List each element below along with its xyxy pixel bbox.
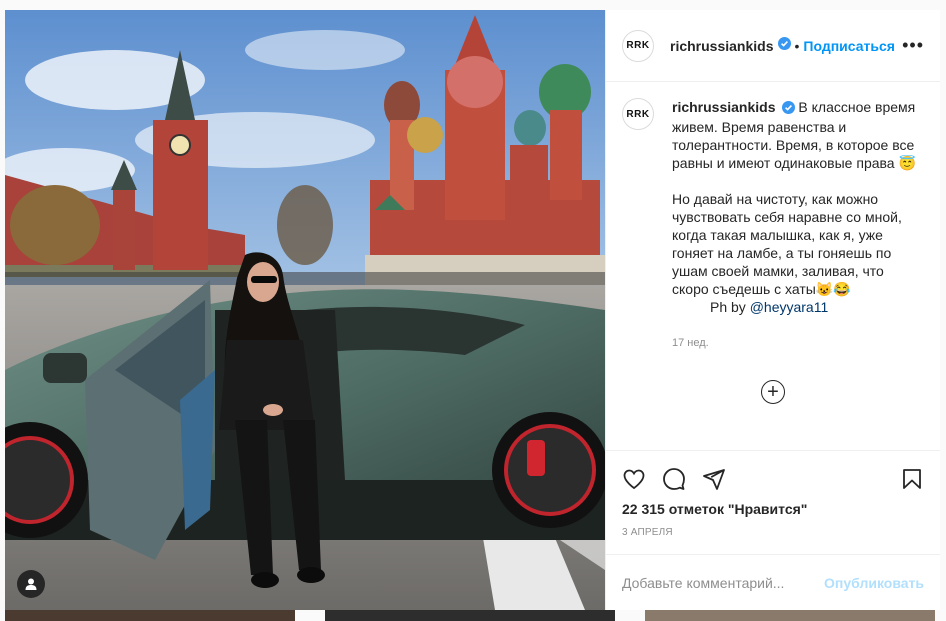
heart-icon[interactable] [622, 467, 646, 491]
caption-timestamp[interactable]: 17 нед. [672, 334, 924, 352]
header-username[interactable]: richrussiankids [670, 38, 774, 54]
post-modal: RRK richrussiankids • Подписаться ••• RR… [5, 10, 940, 610]
caption-paragraph-1: richrussiankids В классное время живем. … [672, 98, 924, 172]
credit-prefix: Ph by [710, 299, 750, 315]
post-header: RRK richrussiankids • Подписаться ••• [606, 10, 940, 82]
photo-credit: Ph by @heyyara11 [672, 298, 924, 316]
follow-button[interactable]: Подписаться [803, 38, 895, 54]
caption-avatar[interactable]: RRK [622, 98, 654, 130]
user-tag-icon[interactable] [17, 570, 45, 598]
avatar[interactable]: RRK [622, 29, 654, 62]
more-options-button[interactable]: ••• [902, 35, 924, 56]
post-date[interactable]: 3 АПРЕЛЯ [622, 527, 924, 554]
likes-count[interactable]: 22 315 отметок "Нравится" [622, 501, 924, 517]
caption-body: richrussiankids В классное время живем. … [672, 98, 924, 352]
post-caption: RRK richrussiankids В классное время жив… [622, 98, 924, 352]
caption-paragraph-2: Но давай на чистоту, как можно чувствова… [672, 191, 902, 297]
photo-illustration [5, 10, 605, 610]
load-more-comments: + [622, 380, 924, 404]
post-photo[interactable] [5, 10, 605, 610]
comments-area: RRK richrussiankids В классное время жив… [606, 82, 940, 450]
verified-badge-icon [777, 36, 791, 55]
post-side-panel: RRK richrussiankids • Подписаться ••• RR… [605, 10, 940, 610]
caption-username[interactable]: richrussiankids [672, 99, 776, 115]
bookmark-icon[interactable] [900, 467, 924, 491]
feed-background-top [0, 0, 946, 10]
instagram-post-page: RRK richrussiankids • Подписаться ••• RR… [0, 0, 946, 621]
action-icons [622, 459, 924, 499]
comment-input[interactable] [622, 574, 825, 591]
feed-background-bottom [0, 610, 946, 621]
comment-icon[interactable] [662, 467, 686, 491]
verified-badge-icon [781, 100, 795, 118]
load-more-comments-button[interactable]: + [761, 380, 785, 404]
share-icon[interactable] [702, 467, 726, 491]
header-separator: • [794, 37, 800, 54]
publish-comment-button[interactable]: Опубликовать [824, 575, 924, 591]
add-comment-bar: Опубликовать [606, 554, 940, 610]
post-actions: 22 315 отметок "Нравится" 3 АПРЕЛЯ [606, 450, 940, 554]
credit-mention-link[interactable]: @heyyara11 [750, 299, 829, 315]
